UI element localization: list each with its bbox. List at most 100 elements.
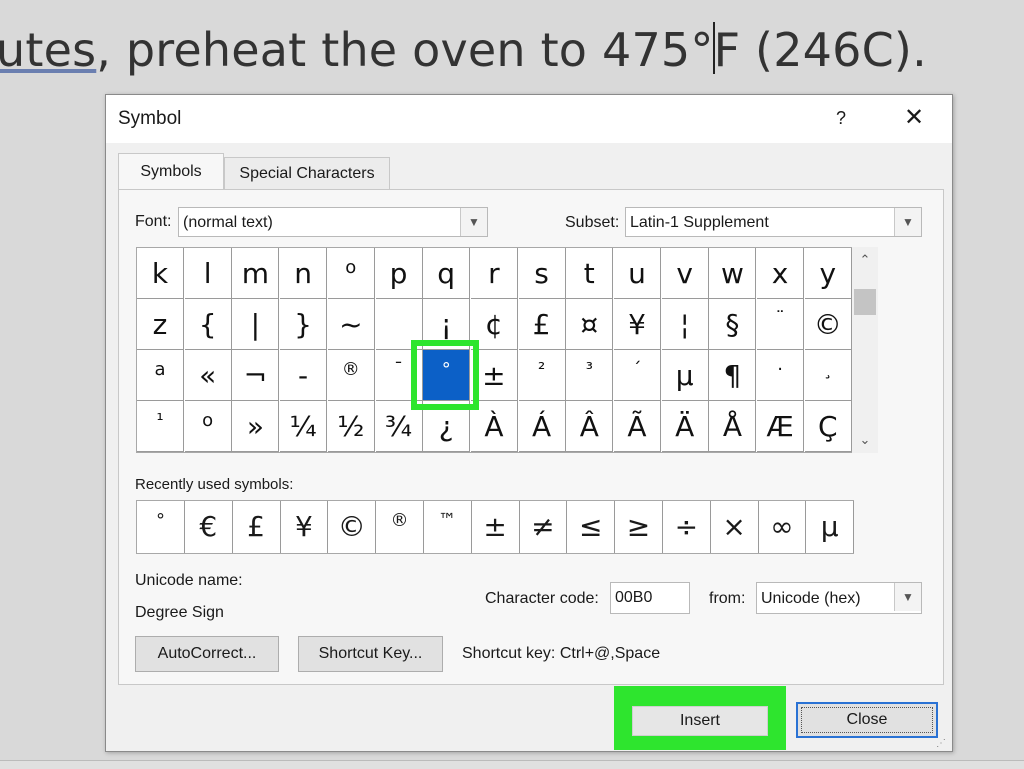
- chevron-down-icon[interactable]: ▼: [460, 208, 487, 236]
- symbol-cell[interactable]: Ã: [614, 401, 661, 452]
- symbol-cell[interactable]: ·: [757, 350, 805, 401]
- from-select-value: Unicode (hex): [761, 590, 861, 607]
- symbol-cell[interactable]: u: [614, 248, 661, 299]
- shortcut-key-button[interactable]: Shortcut Key...: [298, 636, 443, 672]
- symbol-cell[interactable]: w: [709, 248, 757, 299]
- recent-symbol-cell[interactable]: ≥: [615, 501, 663, 553]
- recently-used-label: Recently used symbols:: [135, 476, 294, 493]
- symbol-cell[interactable]: §: [709, 299, 757, 350]
- symbol-cell[interactable]: Å: [709, 401, 757, 452]
- symbol-cell[interactable]: Â: [566, 401, 614, 452]
- symbol-cell[interactable]: l: [184, 248, 232, 299]
- recent-symbol-cell[interactable]: ÷: [663, 501, 711, 553]
- recent-symbol-cell[interactable]: ±: [472, 501, 520, 553]
- recent-symbol-cell[interactable]: µ: [806, 501, 855, 553]
- symbol-cell[interactable]: r: [470, 248, 518, 299]
- scroll-up-icon[interactable]: ⌃: [852, 249, 878, 271]
- symbol-cell[interactable]: z: [137, 299, 184, 350]
- symbol-cell[interactable]: k: [137, 248, 184, 299]
- recent-symbol-cell[interactable]: ¥: [280, 501, 329, 553]
- unicode-name-label: Unicode name:: [135, 572, 243, 589]
- symbol-cell[interactable]: }: [280, 299, 328, 350]
- symbol-cell[interactable]: Æ: [757, 401, 805, 452]
- symbol-cell[interactable]: v: [661, 248, 709, 299]
- autocorrect-button[interactable]: AutoCorrect...: [135, 636, 279, 672]
- symbol-cell[interactable]: ´: [614, 350, 661, 401]
- symbol-cell[interactable]: ¦: [661, 299, 709, 350]
- recent-symbol-cell[interactable]: ∞: [758, 501, 807, 553]
- tab-special-characters[interactable]: Special Characters: [224, 157, 390, 190]
- symbol-cell[interactable]: ½: [327, 401, 375, 452]
- symbol-cell[interactable]: «: [184, 350, 232, 401]
- recent-symbol-cell[interactable]: ×: [711, 501, 759, 553]
- symbol-cell[interactable]: £: [518, 299, 566, 350]
- symbol-cell[interactable]: q: [423, 248, 471, 299]
- focus-ring: [801, 707, 933, 733]
- symbol-cell[interactable]: Á: [518, 401, 566, 452]
- symbol-cell[interactable]: ¨: [757, 299, 805, 350]
- from-select[interactable]: Unicode (hex) ▼: [756, 582, 922, 614]
- symbol-cell[interactable]: m: [232, 248, 280, 299]
- symbol-cell[interactable]: ¥: [614, 299, 661, 350]
- tab-symbols[interactable]: Symbols: [118, 153, 224, 190]
- symbol-cell[interactable]: ¬: [232, 350, 280, 401]
- symbol-cell[interactable]: o: [184, 401, 232, 452]
- symbol-cell[interactable]: ¹: [137, 401, 184, 452]
- character-code-field[interactable]: 00B0: [610, 582, 690, 614]
- document-text-after-caret: F (246C).: [713, 23, 927, 77]
- recent-symbol-cell[interactable]: €: [185, 501, 233, 553]
- symbol-cell[interactable]: t: [566, 248, 614, 299]
- scrollbar-thumb[interactable]: [854, 289, 876, 315]
- help-button[interactable]: ?: [826, 101, 856, 135]
- recent-symbol-cell[interactable]: °: [137, 501, 185, 553]
- symbol-cell[interactable]: ®: [327, 350, 375, 401]
- close-button[interactable]: Close: [796, 702, 938, 738]
- resize-grip-icon[interactable]: ⋰: [936, 738, 946, 749]
- dialog-titlebar[interactable]: Symbol ? ✕: [106, 95, 952, 143]
- chevron-down-icon[interactable]: ▼: [894, 583, 921, 611]
- symbol-grid: k l m n o p q r s t u v w x y z{|} ~ ¡ ¢ £ ¤ ¥ ¦ § ¨ © a «¬ - ® ¯ ° ± ² ³ ´…: [136, 247, 852, 453]
- chevron-down-icon[interactable]: ▼: [894, 208, 921, 236]
- document-text-underlined: utes: [0, 23, 97, 77]
- document-text[interactable]: utes, preheat the oven to 475°F (246C).: [0, 22, 927, 77]
- symbol-cell[interactable]: Ä: [661, 401, 709, 452]
- subset-select[interactable]: Latin-1 Supplement ▼: [625, 207, 922, 237]
- symbol-cell[interactable]: -: [280, 350, 328, 401]
- symbol-cell[interactable]: x: [757, 248, 805, 299]
- font-label: Font:: [135, 213, 172, 230]
- symbol-cell[interactable]: ¸: [804, 350, 852, 401]
- symbol-cell[interactable]: ²: [518, 350, 566, 401]
- recent-symbol-cell[interactable]: ≠: [519, 501, 568, 553]
- recent-symbols-grid: ° € £ ¥ © ® ™ ± ≠ ≤ ≥ ÷ × ∞ µ: [136, 500, 855, 554]
- symbol-grid-scrollbar[interactable]: ⌃ ⌄: [852, 247, 878, 453]
- recent-symbol-cell[interactable]: ™: [424, 501, 472, 553]
- symbol-cell[interactable]: {: [184, 299, 232, 350]
- recent-symbol-cell[interactable]: £: [233, 501, 281, 553]
- symbol-cell[interactable]: ¤: [566, 299, 614, 350]
- symbol-cell[interactable]: ~: [327, 299, 375, 350]
- symbol-cell[interactable]: n: [280, 248, 328, 299]
- scroll-down-icon[interactable]: ⌄: [852, 429, 878, 451]
- unicode-name-value: Degree Sign: [135, 604, 224, 621]
- symbol-cell[interactable]: o: [327, 248, 375, 299]
- font-select[interactable]: (normal text) ▼: [178, 207, 488, 237]
- symbol-cell[interactable]: |: [232, 299, 280, 350]
- symbol-cell[interactable]: y: [804, 248, 852, 299]
- symbol-cell[interactable]: a: [137, 350, 184, 401]
- symbol-cell[interactable]: ¼: [280, 401, 328, 452]
- symbol-cell[interactable]: µ: [661, 350, 709, 401]
- symbol-cell[interactable]: p: [375, 248, 423, 299]
- character-code-label: Character code:: [485, 590, 599, 607]
- insert-button[interactable]: Insert: [632, 706, 768, 736]
- close-icon[interactable]: ✕: [899, 101, 929, 135]
- symbol-cell[interactable]: ©: [804, 299, 852, 350]
- symbol-cell[interactable]: ¶: [709, 350, 757, 401]
- symbol-cell[interactable]: Ç: [804, 401, 852, 452]
- symbol-cell[interactable]: s: [518, 248, 566, 299]
- symbol-cell[interactable]: »: [232, 401, 280, 452]
- recent-symbol-cell[interactable]: ®: [376, 501, 424, 553]
- symbol-cell[interactable]: ³: [566, 350, 614, 401]
- recent-symbol-cell[interactable]: ©: [328, 501, 377, 553]
- recent-symbol-cell[interactable]: ≤: [567, 501, 616, 553]
- subset-label: Subset:: [565, 214, 620, 231]
